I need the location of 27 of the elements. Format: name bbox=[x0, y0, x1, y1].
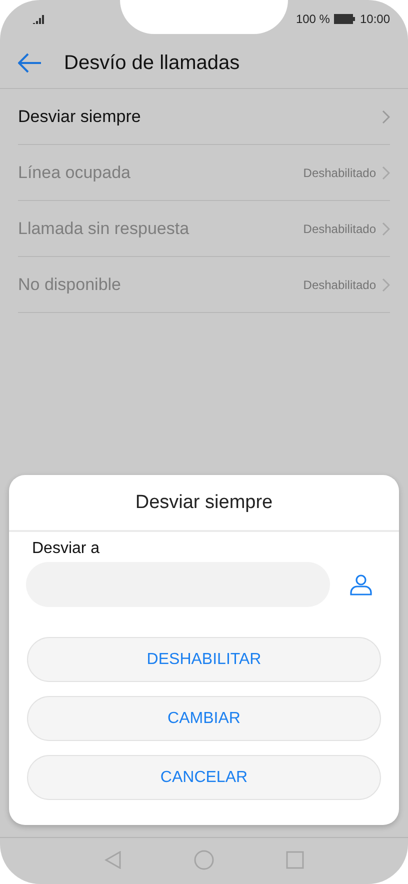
signal-icon bbox=[32, 14, 46, 24]
settings-row[interactable]: Desviar siempre bbox=[18, 89, 390, 145]
battery-icon bbox=[334, 14, 356, 24]
dialog-button[interactable]: CANCELAR bbox=[27, 755, 381, 800]
recents-icon[interactable] bbox=[286, 851, 304, 869]
back-icon[interactable] bbox=[104, 851, 122, 869]
battery-percent: 100 % bbox=[296, 12, 330, 26]
row-label: Llamada sin respuesta bbox=[18, 218, 190, 238]
clock-time: 10:00 bbox=[360, 12, 390, 26]
row-status: Deshabilitado bbox=[303, 166, 376, 180]
dialog-title: Desviar siempre bbox=[9, 475, 399, 532]
row-label: No disponible bbox=[18, 274, 122, 294]
page-title: Desvío de llamadas bbox=[64, 52, 240, 74]
dialog-button[interactable]: CAMBIAR bbox=[27, 696, 381, 741]
row-label: Línea ocupada bbox=[18, 162, 132, 182]
row-status: Deshabilitado bbox=[303, 222, 376, 236]
chevron-icon bbox=[382, 166, 390, 180]
field-label: Desviar a bbox=[31, 539, 101, 558]
chevron-icon bbox=[382, 222, 390, 236]
contact-icon[interactable] bbox=[350, 574, 372, 596]
chevron-icon bbox=[382, 110, 390, 124]
row-label: Desviar siempre bbox=[18, 106, 142, 126]
back-arrow-icon[interactable] bbox=[18, 53, 42, 73]
row-status: Deshabilitado bbox=[303, 278, 376, 292]
dialog-button[interactable]: DESHABILITAR bbox=[27, 637, 381, 682]
home-icon[interactable] bbox=[194, 850, 214, 870]
chevron-icon bbox=[382, 278, 390, 292]
